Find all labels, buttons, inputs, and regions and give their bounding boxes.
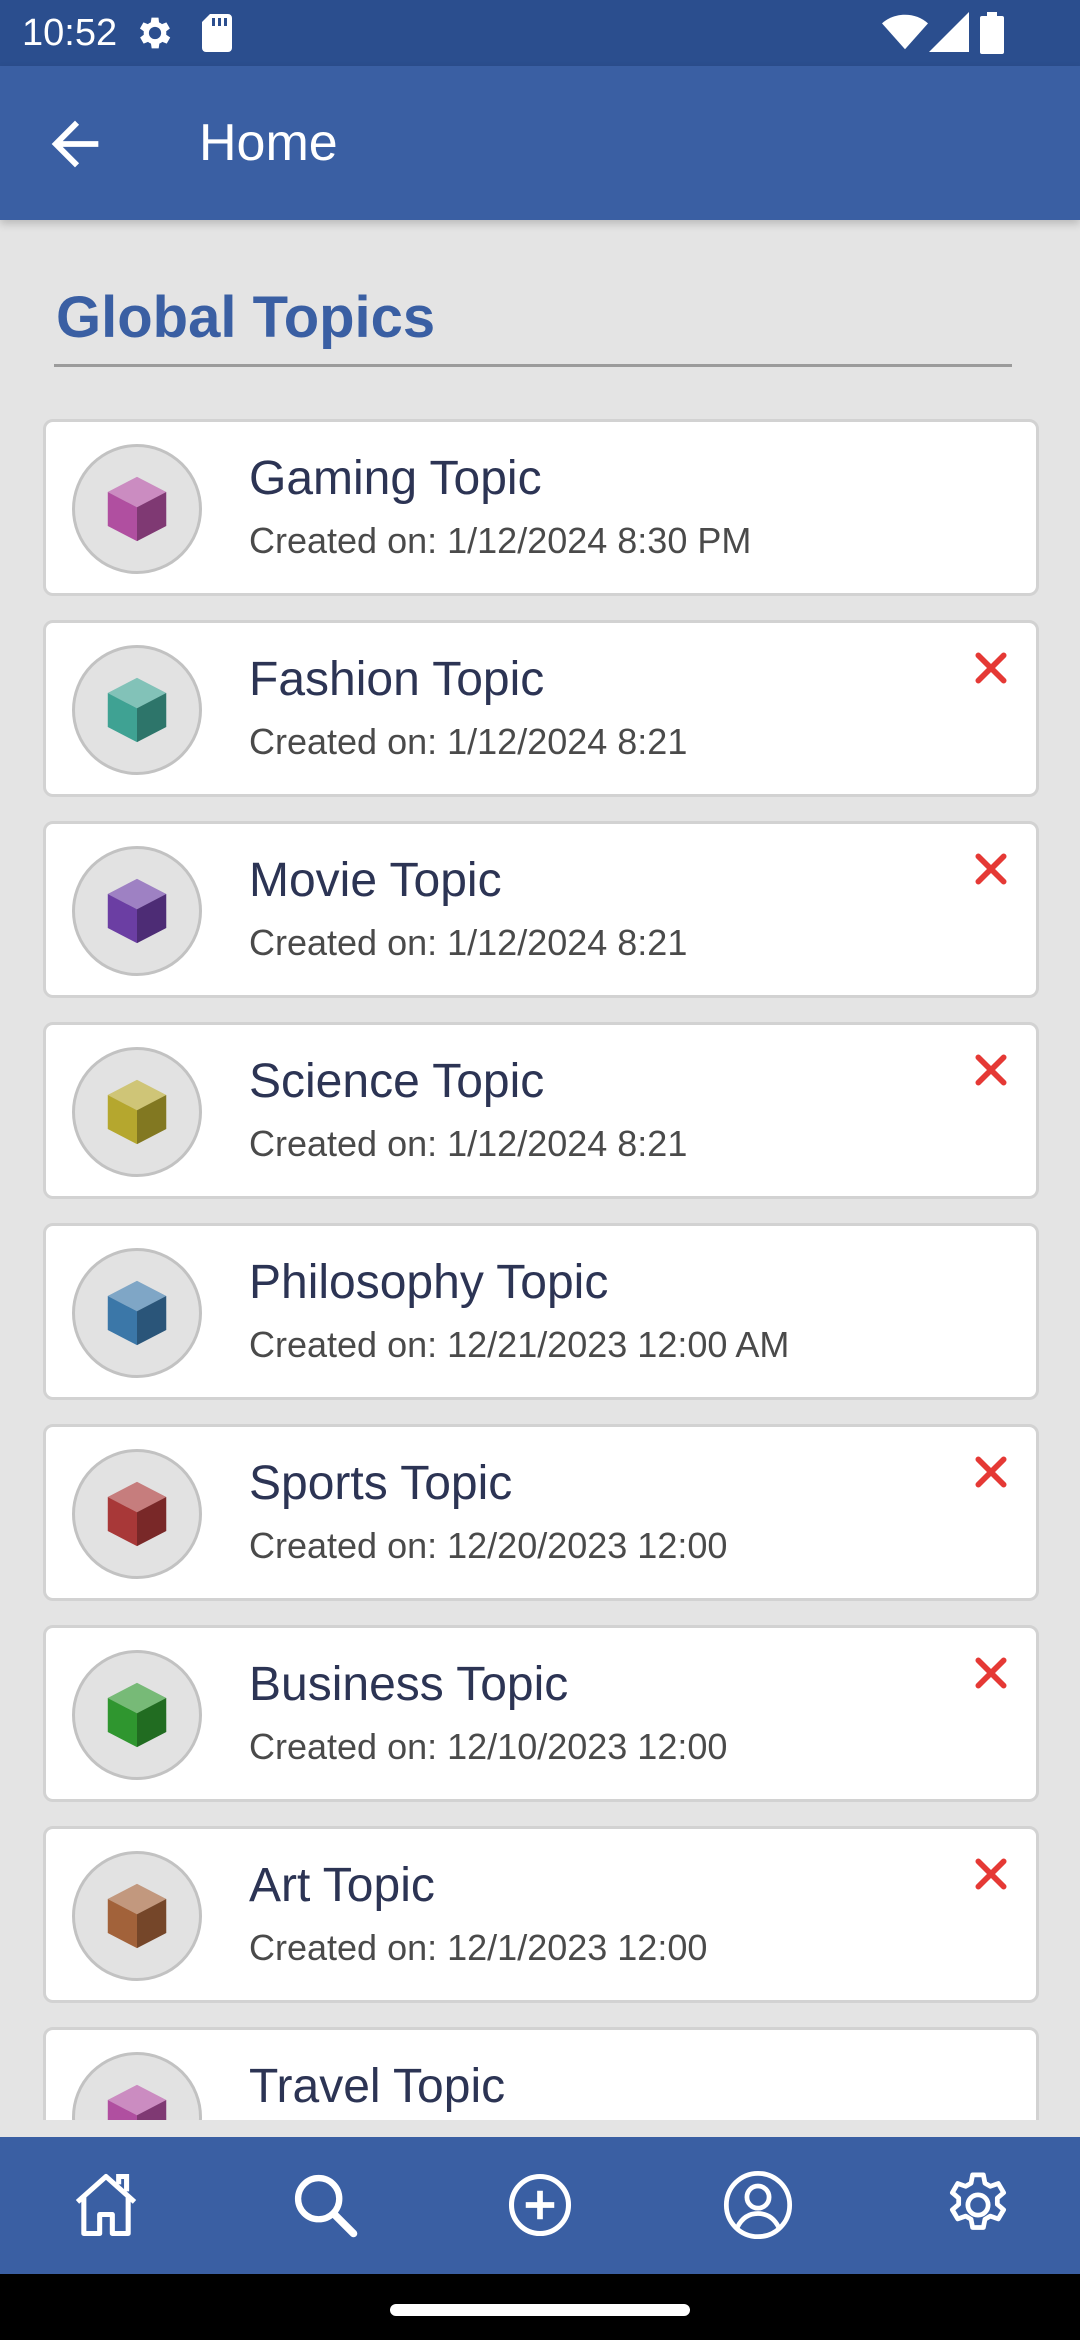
topic-card[interactable]: Science Topic Created on: 1/12/2024 8:21 bbox=[43, 1022, 1039, 1199]
topic-name: Sports Topic bbox=[249, 1457, 513, 1510]
arrow-back-icon bbox=[51, 120, 99, 168]
topic-avatar bbox=[72, 645, 202, 775]
topic-name: Art Topic bbox=[249, 1859, 435, 1912]
page-title: Home bbox=[199, 114, 338, 172]
topic-name: Movie Topic bbox=[249, 854, 502, 907]
topic-name: Travel Topic bbox=[249, 2060, 506, 2113]
nav-home-button[interactable] bbox=[68, 2167, 144, 2243]
cube-icon bbox=[107, 1481, 167, 1547]
close-icon bbox=[975, 1858, 1007, 1890]
gesture-handle[interactable] bbox=[390, 2304, 690, 2316]
wifi-icon bbox=[882, 14, 928, 50]
delete-topic-button[interactable] bbox=[966, 1849, 1016, 1899]
add-circle-icon bbox=[508, 2173, 572, 2237]
settings-icon bbox=[949, 2172, 1007, 2230]
delete-topic-button[interactable] bbox=[966, 1447, 1016, 1497]
topic-created-date: Created on: 1/12/2024 8:21 bbox=[249, 922, 688, 963]
topic-name: Gaming Topic bbox=[249, 452, 542, 505]
cube-icon bbox=[107, 878, 167, 944]
signal-icon bbox=[929, 12, 969, 52]
topic-card[interactable]: Movie Topic Created on: 1/12/2024 8:21 bbox=[43, 821, 1039, 998]
topic-name: Fashion Topic bbox=[249, 653, 545, 706]
topic-avatar bbox=[72, 2052, 202, 2120]
topic-created-date: Created on: 1/12/2024 8:30 PM bbox=[249, 520, 752, 561]
topic-avatar bbox=[72, 1248, 202, 1378]
nav-profile-button[interactable] bbox=[720, 2167, 796, 2243]
cube-icon bbox=[107, 1883, 167, 1949]
topic-card[interactable]: Gaming Topic Created on: 1/12/2024 8:30 P… bbox=[43, 419, 1039, 596]
section-divider bbox=[54, 364, 1012, 367]
topic-avatar bbox=[72, 444, 202, 574]
topic-name: Science Topic bbox=[249, 1055, 545, 1108]
topic-created-date: Created on: 12/10/2023 12:00 bbox=[249, 1726, 728, 1767]
topic-card[interactable]: Art Topic Created on: 12/1/2023 12:00 bbox=[43, 1826, 1039, 2003]
topic-avatar bbox=[72, 1851, 202, 1981]
search-icon bbox=[294, 2174, 358, 2238]
main-content[interactable]: Global Topics Gaming Topic Created on: 1/… bbox=[0, 220, 1080, 2120]
nav-add-button[interactable] bbox=[502, 2167, 578, 2243]
profile-icon bbox=[723, 2170, 793, 2240]
bottom-navigation bbox=[0, 2137, 1080, 2274]
topic-name: Philosophy Topic bbox=[249, 1256, 609, 1309]
topic-card[interactable]: Philosophy Topic Created on: 12/21/2023 1… bbox=[43, 1223, 1039, 1400]
nav-search-button[interactable] bbox=[287, 2167, 363, 2243]
close-icon bbox=[975, 1657, 1007, 1689]
cube-icon bbox=[107, 2084, 167, 2120]
topic-created-date: Created on: 12/1/2023 12:00 bbox=[249, 1927, 708, 1968]
cube-icon bbox=[107, 677, 167, 743]
topic-name: Business Topic bbox=[249, 1658, 569, 1711]
topic-created-date: Created on: 12/20/2023 12:00 bbox=[249, 1525, 728, 1566]
topic-card[interactable]: Travel Topic bbox=[43, 2027, 1039, 2120]
status-time: 10:52 bbox=[22, 12, 118, 54]
topic-avatar bbox=[72, 1047, 202, 1177]
settings-gear-icon bbox=[139, 17, 171, 49]
sd-card-icon bbox=[202, 14, 232, 52]
cube-icon bbox=[107, 1079, 167, 1145]
topic-card[interactable]: Fashion Topic Created on: 1/12/2024 8:21 bbox=[43, 620, 1039, 797]
cube-icon bbox=[107, 1682, 167, 1748]
nav-settings-button[interactable] bbox=[940, 2167, 1016, 2243]
topic-avatar bbox=[72, 1650, 202, 1780]
cube-icon bbox=[107, 476, 167, 542]
cube-icon bbox=[107, 1280, 167, 1346]
topic-created-date: Created on: 12/21/2023 12:00 AM bbox=[249, 1324, 790, 1365]
topic-card[interactable]: Business Topic Created on: 12/10/2023 12:… bbox=[43, 1625, 1039, 1802]
back-button[interactable] bbox=[40, 109, 110, 179]
section-title: Global Topics bbox=[56, 285, 436, 350]
battery-icon bbox=[980, 12, 1004, 54]
delete-topic-button[interactable] bbox=[966, 1045, 1016, 1095]
delete-topic-button[interactable] bbox=[966, 1648, 1016, 1698]
app-bar: Home bbox=[0, 66, 1080, 220]
close-icon bbox=[975, 1054, 1007, 1086]
close-icon bbox=[975, 1456, 1007, 1488]
topic-card[interactable]: Sports Topic Created on: 12/20/2023 12:00 bbox=[43, 1424, 1039, 1601]
delete-topic-button[interactable] bbox=[966, 643, 1016, 693]
topic-created-date: Created on: 1/12/2024 8:21 bbox=[249, 721, 688, 762]
close-icon bbox=[975, 853, 1007, 885]
close-icon bbox=[975, 652, 1007, 684]
topic-created-date: Created on: 1/12/2024 8:21 bbox=[249, 1123, 688, 1164]
delete-topic-button[interactable] bbox=[966, 844, 1016, 894]
topic-avatar bbox=[72, 846, 202, 976]
status-bar: 10:52 bbox=[0, 0, 1080, 66]
topic-avatar bbox=[72, 1449, 202, 1579]
system-gesture-bar bbox=[0, 2274, 1080, 2340]
home-icon bbox=[75, 2173, 137, 2237]
